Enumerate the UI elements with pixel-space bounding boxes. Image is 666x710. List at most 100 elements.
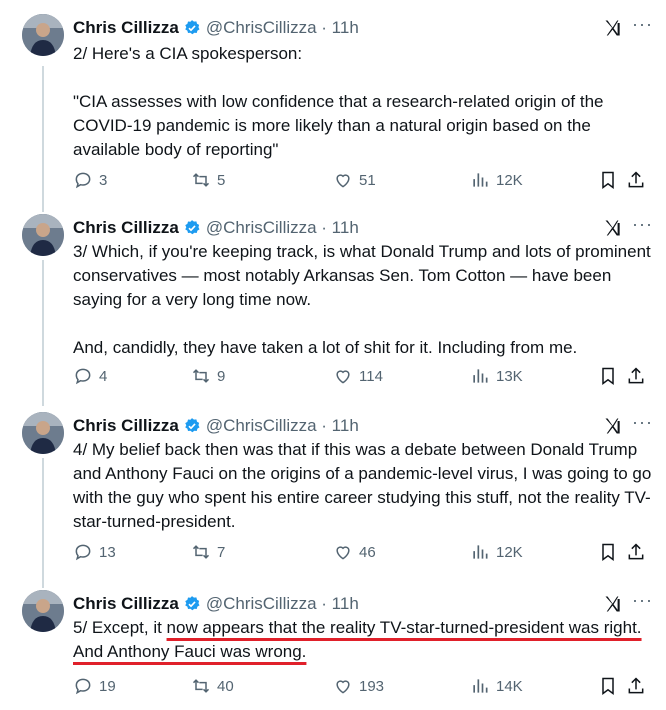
tweet-header: Chris Cillizza @ChrisCillizza · 11h — [73, 414, 359, 438]
more-dots-icon[interactable]: ··· — [632, 14, 653, 35]
views-chart-icon — [473, 679, 488, 693]
bookmark-button[interactable] — [598, 676, 624, 696]
repost-count: 5 — [217, 171, 226, 189]
reply-count: 13 — [99, 543, 116, 561]
views-button[interactable]: 12K — [470, 542, 523, 562]
repost-button[interactable]: 7 — [191, 542, 225, 562]
views-button[interactable]: 13K — [470, 366, 523, 386]
thread-connector — [42, 458, 44, 588]
heart-icon — [336, 546, 350, 560]
reply-button[interactable]: 19 — [73, 676, 116, 696]
reply-icon — [75, 368, 91, 385]
share-icon — [628, 677, 644, 694]
repost-count: 40 — [217, 677, 234, 695]
views-chart-icon — [473, 173, 488, 187]
tweet-actions: 19 40 193 14K — [73, 676, 644, 698]
share-icon — [628, 543, 644, 560]
like-button[interactable]: 114 — [333, 366, 383, 386]
tweet-paragraph: "CIA assesses with low confidence that a… — [73, 92, 604, 159]
tweet-header: Chris Cillizza @ChrisCillizza · 11h — [73, 16, 359, 40]
bookmark-icon — [602, 367, 614, 385]
verified-badge-icon — [185, 20, 200, 35]
author-handle-time[interactable]: @ChrisCillizza · 11h — [206, 416, 359, 436]
tweet-paragraph: 4/ My belief back then was that if this … — [73, 440, 652, 531]
avatar[interactable] — [22, 412, 64, 454]
reply-count: 19 — [99, 677, 116, 695]
views-count: 12K — [496, 171, 523, 189]
author-name[interactable]: Chris Cillizza — [73, 18, 179, 38]
avatar[interactable] — [22, 14, 64, 56]
thread-connector — [42, 260, 44, 406]
reply-count: 3 — [99, 171, 108, 189]
x-logo-icon — [605, 220, 620, 236]
repost-button[interactable]: 5 — [191, 170, 225, 190]
like-button[interactable]: 46 — [333, 542, 376, 562]
bookmark-button[interactable] — [598, 366, 624, 386]
author-name[interactable]: Chris Cillizza — [73, 218, 179, 238]
x-logo-icon — [605, 418, 620, 434]
tweet-text: 4/ My belief back then was that if this … — [73, 438, 653, 534]
avatar[interactable] — [22, 590, 64, 632]
author-handle-time[interactable]: @ChrisCillizza · 11h — [206, 18, 359, 38]
author-name[interactable]: Chris Cillizza — [73, 416, 179, 436]
like-count: 51 — [359, 171, 376, 189]
verified-badge-icon — [185, 418, 200, 433]
heart-icon — [336, 174, 350, 188]
bookmark-icon — [602, 543, 614, 561]
share-button[interactable] — [626, 542, 652, 562]
reply-button[interactable]: 4 — [73, 366, 107, 386]
tweet-header: Chris Cillizza @ChrisCillizza · 11h — [73, 216, 359, 240]
views-count: 13K — [496, 367, 523, 385]
bookmark-icon — [602, 171, 614, 189]
like-count: 193 — [359, 677, 385, 695]
repost-count: 7 — [217, 543, 226, 561]
x-logo-icon — [605, 596, 620, 612]
tweet-header: Chris Cillizza @ChrisCillizza · 11h — [73, 592, 359, 616]
author-name[interactable]: Chris Cillizza — [73, 594, 179, 614]
tweet-actions: 3 5 51 12K — [73, 170, 644, 192]
like-button[interactable]: 193 — [333, 676, 384, 696]
reply-icon — [75, 544, 91, 561]
tweet-paragraph: And, candidly, they have taken a lot of … — [73, 338, 578, 357]
reply-count: 4 — [99, 367, 108, 385]
more-dots-icon[interactable]: ··· — [632, 412, 653, 433]
avatar[interactable] — [22, 214, 64, 256]
more-dots-icon[interactable]: ··· — [632, 590, 653, 611]
tweet-paragraph: 5/ Except, it now appears that the reali… — [73, 616, 653, 664]
tweet-actions: 4 9 114 13K — [73, 366, 644, 388]
share-button[interactable] — [626, 676, 652, 696]
share-button[interactable] — [626, 366, 652, 386]
reply-button[interactable]: 13 — [73, 542, 116, 562]
repost-icon — [192, 545, 210, 559]
tweet-paragraph: 3/ Which, if you're keeping track, is wh… — [73, 242, 651, 309]
reply-icon — [75, 678, 91, 695]
views-button[interactable]: 14K — [470, 676, 523, 696]
like-count: 46 — [359, 543, 376, 561]
share-icon — [628, 171, 644, 188]
heart-icon — [336, 680, 350, 694]
tweet-text: 3/ Which, if you're keeping track, is wh… — [73, 240, 653, 360]
share-icon — [628, 367, 644, 384]
more-dots-icon[interactable]: ··· — [632, 214, 653, 235]
tweet-actions: 13 7 46 12K — [73, 542, 644, 564]
verified-badge-icon — [185, 596, 200, 611]
share-button[interactable] — [626, 170, 652, 190]
views-count: 14K — [496, 677, 523, 695]
tweet-paragraph: 2/ Here's a CIA spokesperson: — [73, 44, 303, 63]
like-button[interactable]: 51 — [333, 170, 376, 190]
views-chart-icon — [473, 545, 488, 559]
author-handle-time[interactable]: @ChrisCillizza · 11h — [206, 594, 359, 614]
bookmark-button[interactable] — [598, 542, 624, 562]
reply-icon — [75, 172, 91, 189]
tweet-text: 5/ Except, it now appears that the reali… — [73, 616, 653, 664]
repost-icon — [192, 369, 210, 383]
repost-button[interactable]: 40 — [191, 676, 234, 696]
repost-button[interactable]: 9 — [191, 366, 225, 386]
author-handle-time[interactable]: @ChrisCillizza · 11h — [206, 218, 359, 238]
bookmark-button[interactable] — [598, 170, 624, 190]
verified-badge-icon — [185, 220, 200, 235]
thread-connector — [42, 66, 44, 212]
views-button[interactable]: 12K — [470, 170, 523, 190]
reply-button[interactable]: 3 — [73, 170, 107, 190]
views-chart-icon — [473, 369, 488, 383]
